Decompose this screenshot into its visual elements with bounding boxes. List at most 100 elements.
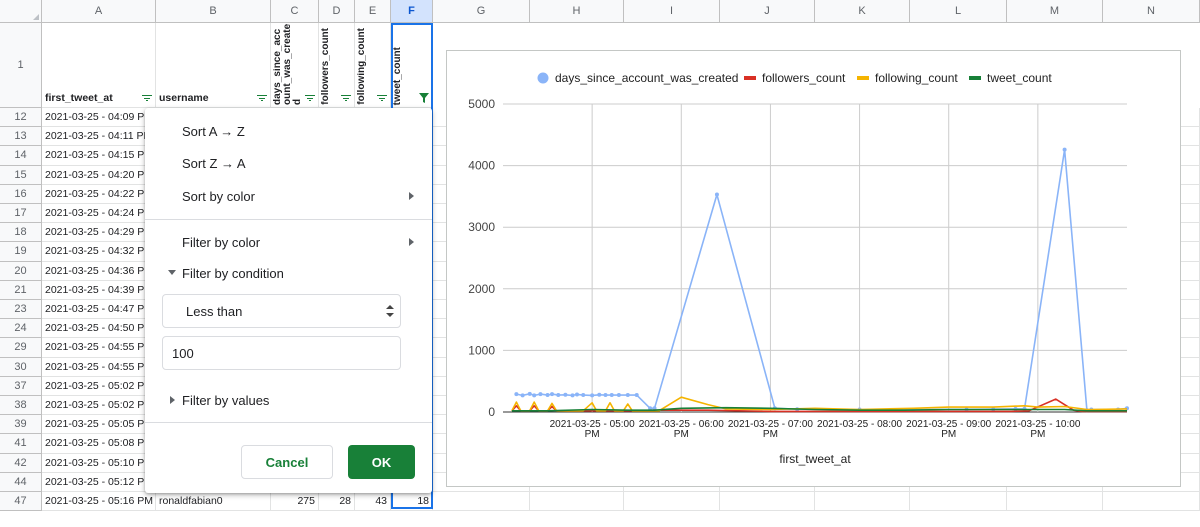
row-header[interactable]: 24 [0,319,42,339]
row-header[interactable]: 47 [0,492,42,512]
grid-cell[interactable]: 2021-03-25 - 04:09 PM [42,108,156,128]
header-following-count[interactable]: following_count [355,23,391,108]
sort-by-color-item[interactable]: Sort by color [182,186,422,206]
column-header-n[interactable]: N [1103,0,1200,23]
row-header[interactable]: 12 [0,108,42,128]
grid-cell[interactable]: 2021-03-25 - 04:24 PM [42,204,156,224]
grid-cell[interactable] [1103,492,1200,512]
cancel-button[interactable]: Cancel [241,445,333,479]
grid-cell[interactable]: 2021-03-25 - 04:39 PM [42,280,156,300]
condition-select[interactable]: Less than [162,294,401,328]
column-header-l[interactable]: L [910,0,1007,23]
grid-cell[interactable] [1007,492,1103,512]
sort-z-a-item[interactable]: Sort Z → A [182,153,246,173]
column-header-a[interactable]: A [42,0,156,23]
row-header[interactable]: 18 [0,223,42,243]
grid-cell[interactable]: 2021-03-25 - 04:29 PM [42,223,156,243]
filter-icon[interactable] [142,95,152,102]
filter-icon[interactable] [341,95,351,102]
column-header-k[interactable]: K [815,0,910,23]
row-header[interactable]: 37 [0,376,42,396]
row-header[interactable]: 20 [0,261,42,281]
grid-cell[interactable]: 2021-03-25 - 04:22 PM [42,184,156,204]
filter-by-color-item[interactable]: Filter by color [182,232,260,252]
line-chart[interactable]: 0 1000 2000 3000 4000 5000 2021-03-25 - 05:00 P… [446,50,1181,487]
row-header[interactable]: 19 [0,242,42,262]
grid-cell[interactable]: ronaldfabian0 [156,492,271,512]
column-header-d[interactable]: D [319,0,355,23]
filter-icon[interactable] [257,95,267,102]
grid-cell[interactable]: 2021-03-25 - 05:05 PM [42,415,156,435]
sort-a-z-item[interactable]: Sort A → Z [182,121,245,141]
grid-cell[interactable]: 2021-03-25 - 05:08 PM [42,434,156,454]
y-tick-label: 3000 [468,220,495,234]
data-point [538,392,543,397]
select-all-corner[interactable] [0,0,42,23]
condition-value-input[interactable]: 100 [162,336,401,370]
filter-by-values-item[interactable]: Filter by values [182,390,269,410]
row-header[interactable]: 38 [0,396,42,416]
grid-cell[interactable] [815,492,910,512]
column-header-i[interactable]: I [624,0,720,23]
row-header[interactable]: 42 [0,453,42,473]
grid-cell[interactable]: 2021-03-25 - 05:10 PM [42,453,156,473]
column-header-f[interactable]: F [391,0,433,23]
row-header[interactable]: 30 [0,357,42,377]
grid-cell[interactable]: 2021-03-25 - 04:50 PM [42,319,156,339]
grid-cell[interactable]: 43 [355,492,391,512]
row-header[interactable]: 13 [0,127,42,147]
column-header-e[interactable]: E [355,0,391,23]
row-header[interactable]: 17 [0,204,42,224]
filter-by-condition-item[interactable]: Filter by condition [182,263,284,283]
grid-cell[interactable]: 2021-03-25 - 05:12 PM [42,472,156,492]
column-header-b[interactable]: B [156,0,271,23]
column-header-h[interactable]: H [530,0,624,23]
grid-cell[interactable] [624,492,720,512]
row-header[interactable]: 44 [0,472,42,492]
row-header-1[interactable]: 1 [0,23,42,108]
row-header[interactable]: 15 [0,165,42,185]
column-header-g[interactable]: G [433,0,530,23]
grid-cell[interactable]: 2021-03-25 - 05:02 PM [42,376,156,396]
row-header[interactable]: 39 [0,415,42,435]
row-header[interactable]: 16 [0,184,42,204]
grid-cell[interactable]: 2021-03-25 - 04:47 PM [42,300,156,320]
grid-cell[interactable]: 2021-03-25 - 04:15 PM [42,146,156,166]
header-first-tweet-at[interactable]: first_tweet_at [42,23,156,108]
row-header[interactable]: 41 [0,434,42,454]
grid-cell[interactable]: 28 [319,492,355,512]
grid-cell[interactable]: 2021-03-25 - 04:55 PM [42,357,156,377]
grid-cell[interactable]: 2021-03-25 - 04:32 PM [42,242,156,262]
header-followers-count[interactable]: followers_count [319,23,355,108]
row-header[interactable]: 23 [0,300,42,320]
row-header[interactable]: 14 [0,146,42,166]
ok-button[interactable]: OK [348,445,415,479]
row-header[interactable]: 29 [0,338,42,358]
grid-cell[interactable]: 275 [271,492,319,512]
grid-cell[interactable]: 2021-03-25 - 04:11 PM [42,127,156,147]
grid-cell[interactable]: 18 [391,492,433,512]
column-header-c[interactable]: C [271,0,319,23]
grid-cell[interactable]: 2021-03-25 - 05:02 PM [42,396,156,416]
filter-icon[interactable] [377,95,387,102]
grid-cell[interactable] [720,492,815,512]
column-header-m[interactable]: M [1007,0,1103,23]
header-label: username [159,92,209,104]
condition-select-value: Less than [186,303,243,319]
filter-icon[interactable] [305,95,315,102]
row-header[interactable]: 21 [0,280,42,300]
grid-cell[interactable]: 2021-03-25 - 04:20 PM [42,165,156,185]
expand-right-icon [170,396,175,404]
grid-cell[interactable] [433,492,530,512]
x-tick-label: 2021-03-25 - 08:00 [817,419,903,430]
grid-cell[interactable] [530,492,624,512]
column-header-j[interactable]: J [720,0,815,23]
active-filter-icon[interactable] [419,93,429,103]
grid-cell[interactable]: 2021-03-25 - 04:36 PM [42,261,156,281]
grid-cell[interactable] [910,492,1007,512]
grid-cell[interactable]: 2021-03-25 - 04:55 PM [42,338,156,358]
header-tweet-count[interactable]: tweet_count [391,23,433,108]
grid-cell[interactable]: 2021-03-25 - 05:16 PM [42,492,156,512]
header-username[interactable]: username [156,23,271,108]
header-days-since[interactable]: days_since_account_was_created [271,23,319,108]
